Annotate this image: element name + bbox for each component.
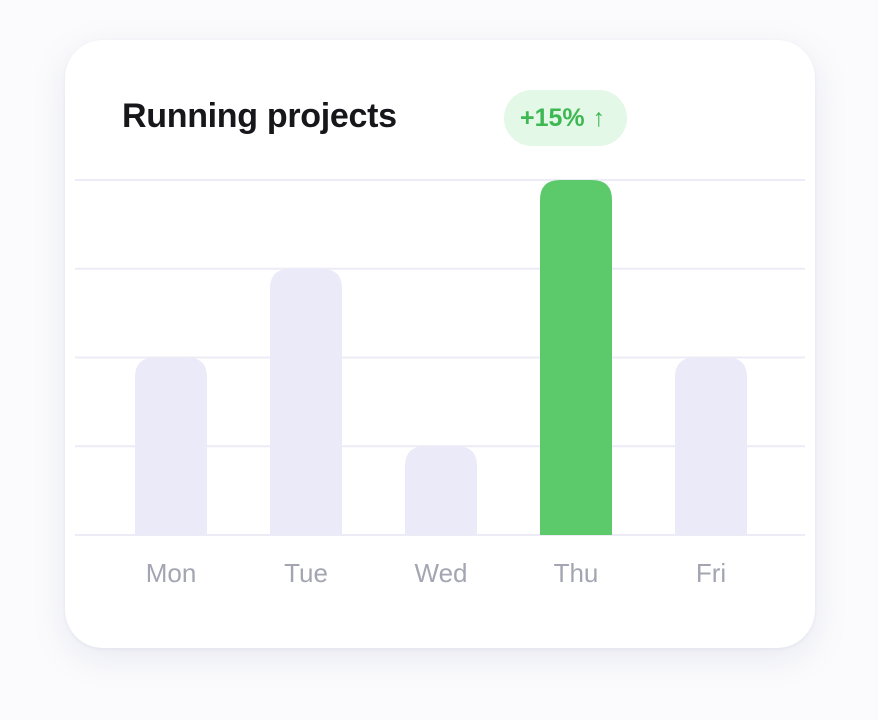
x-tick-label-tue: Tue [284,558,328,588]
bar-chart: Mon Tue Wed Thu Fri [75,179,805,588]
x-tick-label-thu: Thu [554,558,599,588]
x-tick-label-mon: Mon [146,558,197,588]
running-projects-card: Running projects +15% ↑ Mon Tue Wed Thu Fri [65,40,815,648]
x-tick-label-wed: Wed [415,558,468,588]
bar-wed [405,446,477,535]
x-tick-label-fri: Fri [696,558,726,588]
bar-mon [135,357,207,535]
bar-tue [270,268,342,535]
bar-fri [675,357,747,535]
bar-thu [540,180,612,535]
page: Running projects +15% ↑ Mon Tue Wed Thu Fri [0,0,878,720]
